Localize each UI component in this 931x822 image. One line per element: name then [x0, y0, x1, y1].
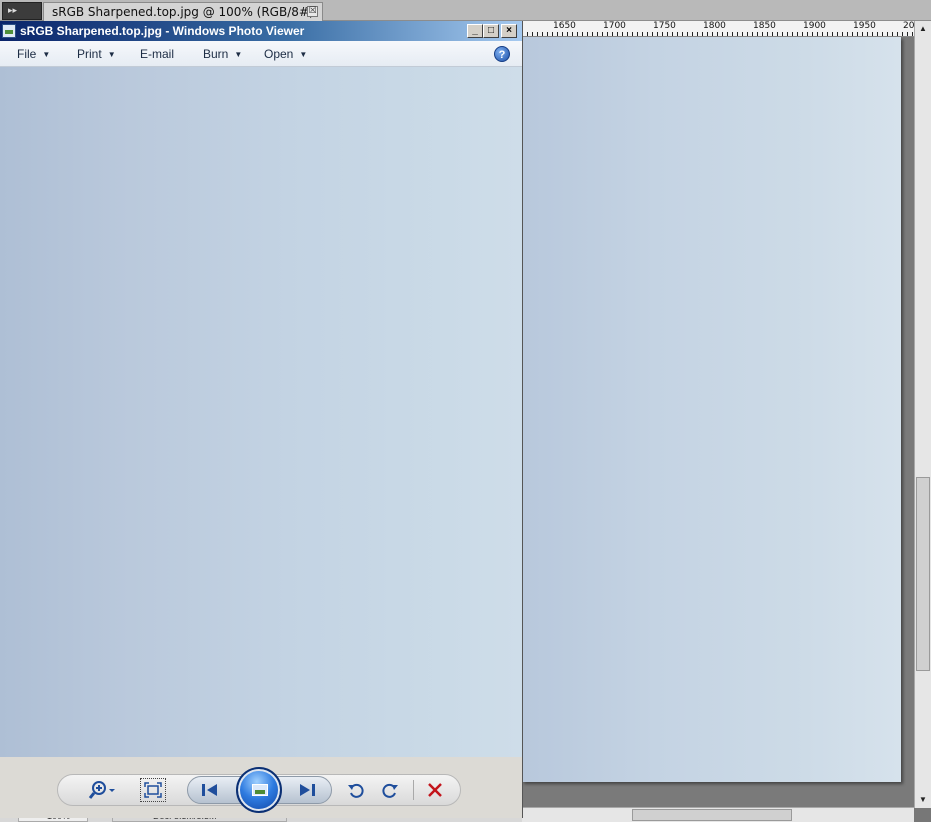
horizontal-ruler: 1650 1700 1750 1800 1850 1900 1950 20 [522, 21, 918, 37]
rotate-clockwise-icon [382, 783, 398, 798]
menu-open-label: Open [264, 47, 294, 61]
scroll-up-arrow-icon[interactable]: ▲ [915, 21, 931, 37]
horizontal-scrollbar[interactable] [522, 807, 914, 822]
previous-icon [202, 784, 217, 796]
document-tab-bar: ▸▸ sRGB Sharpened.top.jpg @ 100% (RGB/8#… [0, 0, 931, 21]
slideshow-button[interactable] [236, 767, 282, 813]
menu-print-label: Print [77, 47, 102, 61]
menu-email-label: E-mail [140, 47, 175, 61]
minimize-button[interactable]: _ [467, 24, 483, 38]
vertical-scroll-thumb[interactable] [916, 477, 930, 671]
canvas-image[interactable] [522, 37, 901, 782]
actual-size-icon [144, 782, 162, 798]
photo-viewer-app-icon [2, 24, 16, 38]
menu-burn[interactable]: Burn ▼ [203, 47, 242, 61]
panel-collapse-toggle[interactable]: ▸▸ [2, 2, 42, 20]
viewer-title-bar[interactable]: sRGB Sharpened.top.jpg - Windows Photo V… [0, 21, 522, 41]
previous-button[interactable] [196, 779, 224, 801]
ruler-label: 1700 [603, 21, 626, 31]
actual-size-button[interactable] [140, 778, 166, 802]
close-button[interactable]: × [501, 24, 517, 38]
rotate-clockwise-button[interactable] [378, 779, 402, 801]
canvas-area[interactable] [522, 37, 918, 807]
scroll-down-arrow-icon[interactable]: ▼ [915, 792, 931, 808]
menu-file[interactable]: File ▼ [17, 47, 50, 61]
next-button[interactable] [293, 779, 321, 801]
ruler-label: 1750 [653, 21, 676, 31]
help-icon[interactable]: ? [494, 46, 510, 62]
slideshow-icon [252, 784, 268, 796]
photo-viewer-window: sRGB Sharpened.top.jpg - Windows Photo V… [0, 21, 523, 818]
viewer-control-bar [0, 757, 522, 818]
chevron-down-icon: ▼ [299, 50, 308, 59]
viewer-menu-bar: File ▼ Print ▼ E-mail Burn ▼ Open ▼ ? [0, 41, 522, 67]
chevron-down-icon: ▼ [107, 50, 116, 59]
window-title: sRGB Sharpened.top.jpg - Windows Photo V… [20, 24, 305, 38]
ruler-label: 1650 [553, 21, 576, 31]
next-icon [300, 784, 315, 796]
menu-open[interactable]: Open ▼ [264, 47, 307, 61]
ruler-label: 1850 [753, 21, 776, 31]
photo-display[interactable] [0, 67, 522, 757]
vertical-scrollbar[interactable]: ▲ ▼ [914, 21, 931, 808]
horizontal-scroll-thumb[interactable] [632, 809, 792, 821]
rotate-counterclockwise-icon [348, 783, 364, 798]
tab-close-icon[interactable]: ☒ [307, 6, 318, 17]
menu-email[interactable]: E-mail [140, 47, 174, 61]
controls-divider [413, 780, 414, 800]
document-tab[interactable]: sRGB Sharpened.top.jpg @ 100% (RGB/8#) ☒ [43, 2, 323, 21]
chevron-down-icon: ▼ [42, 50, 51, 59]
rotate-counterclockwise-button[interactable] [344, 779, 368, 801]
ruler-label: 1950 [853, 21, 876, 31]
maximize-button[interactable]: □ [483, 24, 499, 38]
menu-burn-label: Burn [203, 47, 229, 61]
menu-file-label: File [17, 47, 37, 61]
ruler-label: 20 [903, 21, 915, 31]
chevron-down-icon: ▼ [234, 50, 243, 59]
delete-button[interactable] [423, 779, 447, 801]
zoom-button[interactable] [86, 779, 120, 801]
delete-icon [428, 783, 442, 797]
menu-print[interactable]: Print ▼ [77, 47, 116, 61]
ruler-label: 1900 [803, 21, 826, 31]
document-tab-title: sRGB Sharpened.top.jpg @ 100% (RGB/8#) [52, 5, 314, 19]
zoom-icon [88, 781, 115, 799]
ruler-label: 1800 [703, 21, 726, 31]
